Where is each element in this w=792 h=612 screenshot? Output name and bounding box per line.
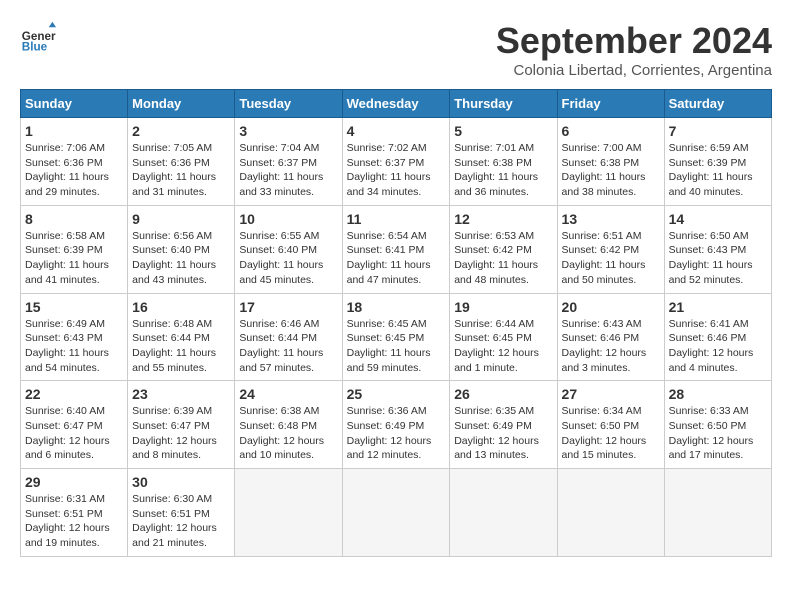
table-row: 22 Sunrise: 6:40 AMSunset: 6:47 PMDaylig…: [21, 381, 772, 469]
svg-text:Blue: Blue: [22, 41, 48, 54]
table-row: 29 Sunrise: 6:31 AMSunset: 6:51 PMDaylig…: [21, 469, 772, 557]
day-9: 9 Sunrise: 6:56 AMSunset: 6:40 PMDayligh…: [128, 205, 235, 293]
subtitle: Colonia Libertad, Corrientes, Argentina: [496, 62, 772, 79]
empty-cell: [235, 469, 342, 557]
table-row: 8 Sunrise: 6:58 AMSunset: 6:39 PMDayligh…: [21, 205, 772, 293]
day-17: 17 Sunrise: 6:46 AMSunset: 6:44 PMDaylig…: [235, 293, 342, 381]
day-7: 7 Sunrise: 6:59 AMSunset: 6:39 PMDayligh…: [664, 118, 771, 206]
day-25: 25 Sunrise: 6:36 AMSunset: 6:49 PMDaylig…: [342, 381, 450, 469]
day-15: 15 Sunrise: 6:49 AMSunset: 6:43 PMDaylig…: [21, 293, 128, 381]
empty-cell: [557, 469, 664, 557]
day-27: 27 Sunrise: 6:34 AMSunset: 6:50 PMDaylig…: [557, 381, 664, 469]
header-saturday: Saturday: [664, 90, 771, 118]
day-1: 1 Sunrise: 7:06 AMSunset: 6:36 PMDayligh…: [21, 118, 128, 206]
day-24: 24 Sunrise: 6:38 AMSunset: 6:48 PMDaylig…: [235, 381, 342, 469]
empty-cell: [664, 469, 771, 557]
day-3: 3 Sunrise: 7:04 AMSunset: 6:37 PMDayligh…: [235, 118, 342, 206]
header-tuesday: Tuesday: [235, 90, 342, 118]
header: General Blue September 2024 Colonia Libe…: [20, 20, 772, 79]
empty-cell: [342, 469, 450, 557]
month-title: September 2024: [496, 20, 772, 62]
day-10: 10 Sunrise: 6:55 AMSunset: 6:40 PMDaylig…: [235, 205, 342, 293]
day-13: 13 Sunrise: 6:51 AMSunset: 6:42 PMDaylig…: [557, 205, 664, 293]
day-21: 21 Sunrise: 6:41 AMSunset: 6:46 PMDaylig…: [664, 293, 771, 381]
day-16: 16 Sunrise: 6:48 AMSunset: 6:44 PMDaylig…: [128, 293, 235, 381]
day-30: 30 Sunrise: 6:30 AMSunset: 6:51 PMDaylig…: [128, 469, 235, 557]
logo-icon: General Blue: [20, 20, 56, 56]
header-thursday: Thursday: [450, 90, 557, 118]
header-friday: Friday: [557, 90, 664, 118]
day-4: 4 Sunrise: 7:02 AMSunset: 6:37 PMDayligh…: [342, 118, 450, 206]
day-8: 8 Sunrise: 6:58 AMSunset: 6:39 PMDayligh…: [21, 205, 128, 293]
day-12: 12 Sunrise: 6:53 AMSunset: 6:42 PMDaylig…: [450, 205, 557, 293]
day-23: 23 Sunrise: 6:39 AMSunset: 6:47 PMDaylig…: [128, 381, 235, 469]
header-sunday: Sunday: [21, 90, 128, 118]
day-14: 14 Sunrise: 6:50 AMSunset: 6:43 PMDaylig…: [664, 205, 771, 293]
logo: General Blue: [20, 20, 56, 56]
day-19: 19 Sunrise: 6:44 AMSunset: 6:45 PMDaylig…: [450, 293, 557, 381]
header-monday: Monday: [128, 90, 235, 118]
empty-cell: [450, 469, 557, 557]
calendar: Sunday Monday Tuesday Wednesday Thursday…: [20, 89, 772, 557]
day-26: 26 Sunrise: 6:35 AMSunset: 6:49 PMDaylig…: [450, 381, 557, 469]
day-6: 6 Sunrise: 7:00 AMSunset: 6:38 PMDayligh…: [557, 118, 664, 206]
day-29: 29 Sunrise: 6:31 AMSunset: 6:51 PMDaylig…: [21, 469, 128, 557]
header-wednesday: Wednesday: [342, 90, 450, 118]
title-section: September 2024 Colonia Libertad, Corrien…: [496, 20, 772, 79]
day-22: 22 Sunrise: 6:40 AMSunset: 6:47 PMDaylig…: [21, 381, 128, 469]
day-5: 5 Sunrise: 7:01 AMSunset: 6:38 PMDayligh…: [450, 118, 557, 206]
day-20: 20 Sunrise: 6:43 AMSunset: 6:46 PMDaylig…: [557, 293, 664, 381]
day-2: 2 Sunrise: 7:05 AMSunset: 6:36 PMDayligh…: [128, 118, 235, 206]
day-28: 28 Sunrise: 6:33 AMSunset: 6:50 PMDaylig…: [664, 381, 771, 469]
day-11: 11 Sunrise: 6:54 AMSunset: 6:41 PMDaylig…: [342, 205, 450, 293]
weekday-header-row: Sunday Monday Tuesday Wednesday Thursday…: [21, 90, 772, 118]
day-18: 18 Sunrise: 6:45 AMSunset: 6:45 PMDaylig…: [342, 293, 450, 381]
table-row: 1 Sunrise: 7:06 AMSunset: 6:36 PMDayligh…: [21, 118, 772, 206]
table-row: 15 Sunrise: 6:49 AMSunset: 6:43 PMDaylig…: [21, 293, 772, 381]
